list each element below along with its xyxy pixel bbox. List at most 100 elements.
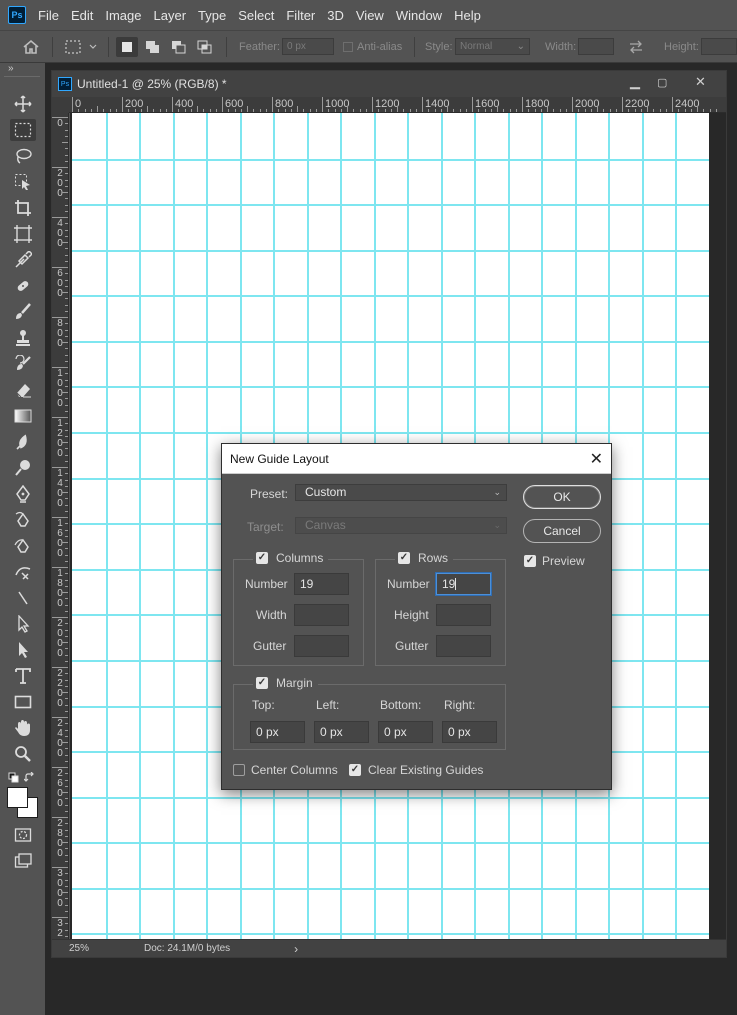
width-input[interactable]: [578, 38, 614, 55]
horizontal-guide[interactable]: [72, 888, 709, 890]
horizontal-ruler[interactable]: 0 200 400 600 800 1000 1200 1400 1600 1800 2000 220…: [69, 97, 726, 113]
gradient-icon[interactable]: [10, 405, 36, 427]
menu-help[interactable]: Help: [454, 8, 481, 23]
foreground-color-swatch[interactable]: [7, 787, 28, 808]
preset-select[interactable]: Custom ⌄: [295, 484, 507, 501]
frame-icon[interactable]: [10, 223, 36, 245]
horizontal-guide[interactable]: [72, 842, 709, 844]
home-icon[interactable]: [22, 31, 40, 62]
marquee-tool-preset-icon[interactable]: [64, 31, 98, 62]
history-brush-icon[interactable]: [10, 353, 36, 375]
dodge-icon[interactable]: [10, 457, 36, 479]
horizontal-guide[interactable]: [72, 797, 709, 799]
lasso-icon[interactable]: [10, 145, 36, 167]
style-select[interactable]: Normal ⌄: [455, 38, 530, 55]
vertical-guide[interactable]: [675, 113, 677, 939]
horizontal-guide[interactable]: [72, 295, 709, 297]
columns-number-input[interactable]: 19: [294, 573, 349, 595]
brush-icon[interactable]: [10, 301, 36, 323]
vertical-guide[interactable]: [106, 113, 108, 939]
chevron-right-icon[interactable]: ›: [294, 942, 298, 956]
height-input[interactable]: [701, 38, 737, 55]
add-selection-icon[interactable]: [142, 37, 164, 57]
convert-point-icon[interactable]: [10, 587, 36, 609]
intersect-selection-icon[interactable]: [194, 37, 216, 57]
vertical-guide[interactable]: [139, 113, 141, 939]
columns-checkbox[interactable]: ✓: [256, 552, 268, 564]
horizontal-guide[interactable]: [72, 933, 709, 935]
center-columns-checkbox[interactable]: [233, 764, 245, 776]
document-tab[interactable]: Ps Untitled-1 @ 25% (RGB/8) * ▁ ▢ ✕: [52, 71, 726, 97]
columns-gutter-input[interactable]: [294, 635, 349, 657]
horizontal-guide[interactable]: [72, 386, 709, 388]
preview-checkbox[interactable]: ✓: [524, 555, 536, 567]
vertical-guide[interactable]: [206, 113, 208, 939]
ok-button[interactable]: OK: [523, 485, 601, 509]
type-icon[interactable]: [10, 665, 36, 687]
menu-filter[interactable]: Filter: [286, 8, 315, 23]
horizontal-guide[interactable]: [72, 341, 709, 343]
eraser-icon[interactable]: [10, 379, 36, 401]
horizontal-guide[interactable]: [72, 204, 709, 206]
screen-mode-icon[interactable]: [10, 850, 36, 872]
move-icon[interactable]: [10, 93, 36, 115]
horizontal-guide[interactable]: [72, 432, 709, 434]
clear-guides-checkbox[interactable]: ✓: [349, 764, 361, 776]
horizontal-guide[interactable]: [72, 250, 709, 252]
menu-3d[interactable]: 3D: [327, 8, 344, 23]
cancel-button[interactable]: Cancel: [523, 519, 601, 543]
menu-window[interactable]: Window: [396, 8, 442, 23]
collapse-panel-icon[interactable]: »: [8, 63, 13, 74]
menu-view[interactable]: View: [356, 8, 384, 23]
zoom-icon[interactable]: [10, 743, 36, 765]
close-icon[interactable]: ✕: [695, 74, 706, 90]
rectangle-icon[interactable]: [10, 691, 36, 713]
blur-icon[interactable]: [10, 431, 36, 453]
rows-number-input[interactable]: 19: [436, 573, 491, 595]
healing-brush-icon[interactable]: [10, 275, 36, 297]
vertical-guide[interactable]: [642, 113, 644, 939]
object-selection-icon[interactable]: [10, 171, 36, 193]
menu-edit[interactable]: Edit: [71, 8, 93, 23]
margin-checkbox[interactable]: ✓: [256, 677, 268, 689]
target-select[interactable]: Canvas ⌄: [295, 517, 507, 534]
clone-stamp-icon[interactable]: [10, 327, 36, 349]
swap-colors-icon[interactable]: [23, 771, 36, 787]
add-anchor-point-icon[interactable]: [10, 561, 36, 583]
rows-gutter-input[interactable]: [436, 635, 491, 657]
new-selection-icon[interactable]: [116, 37, 138, 57]
zoom-level[interactable]: 25%: [69, 943, 134, 954]
rows-height-input[interactable]: [436, 604, 491, 626]
columns-width-input[interactable]: [294, 604, 349, 626]
vertical-ruler[interactable]: 0 200 400 600 800 1000 1200 1400 1600 1800 2000 220…: [52, 113, 69, 943]
margin-bottom-input[interactable]: 0 px: [378, 721, 433, 743]
margin-right-input[interactable]: 0 px: [442, 721, 497, 743]
ruler-origin[interactable]: [52, 97, 69, 113]
curvature-pen-icon[interactable]: [10, 535, 36, 557]
subtract-selection-icon[interactable]: [168, 37, 190, 57]
maximize-icon[interactable]: ▢: [657, 76, 667, 89]
margin-top-input[interactable]: 0 px: [250, 721, 305, 743]
rectangular-marquee-icon[interactable]: [10, 119, 36, 141]
feather-input[interactable]: 0 px: [282, 38, 334, 55]
menu-file[interactable]: File: [38, 8, 59, 23]
pen-icon[interactable]: [10, 483, 36, 505]
swap-width-height-icon[interactable]: [628, 31, 644, 62]
hand-icon[interactable]: [10, 717, 36, 739]
menu-select[interactable]: Select: [238, 8, 274, 23]
menu-type[interactable]: Type: [198, 8, 226, 23]
anti-alias-checkbox[interactable]: [343, 41, 353, 52]
vertical-guide[interactable]: [173, 113, 175, 939]
default-colors-icon[interactable]: [8, 772, 20, 787]
path-selection-icon[interactable]: [10, 639, 36, 661]
quick-mask-icon[interactable]: [10, 824, 36, 846]
close-icon[interactable]: ✕: [590, 449, 603, 469]
margin-left-input[interactable]: 0 px: [314, 721, 369, 743]
menu-layer[interactable]: Layer: [154, 8, 187, 23]
freeform-pen-icon[interactable]: [10, 509, 36, 531]
horizontal-guide[interactable]: [72, 159, 709, 161]
direct-selection-icon[interactable]: [10, 613, 36, 635]
eyedropper-icon[interactable]: [10, 249, 36, 271]
crop-icon[interactable]: [10, 197, 36, 219]
menu-image[interactable]: Image: [105, 8, 141, 23]
